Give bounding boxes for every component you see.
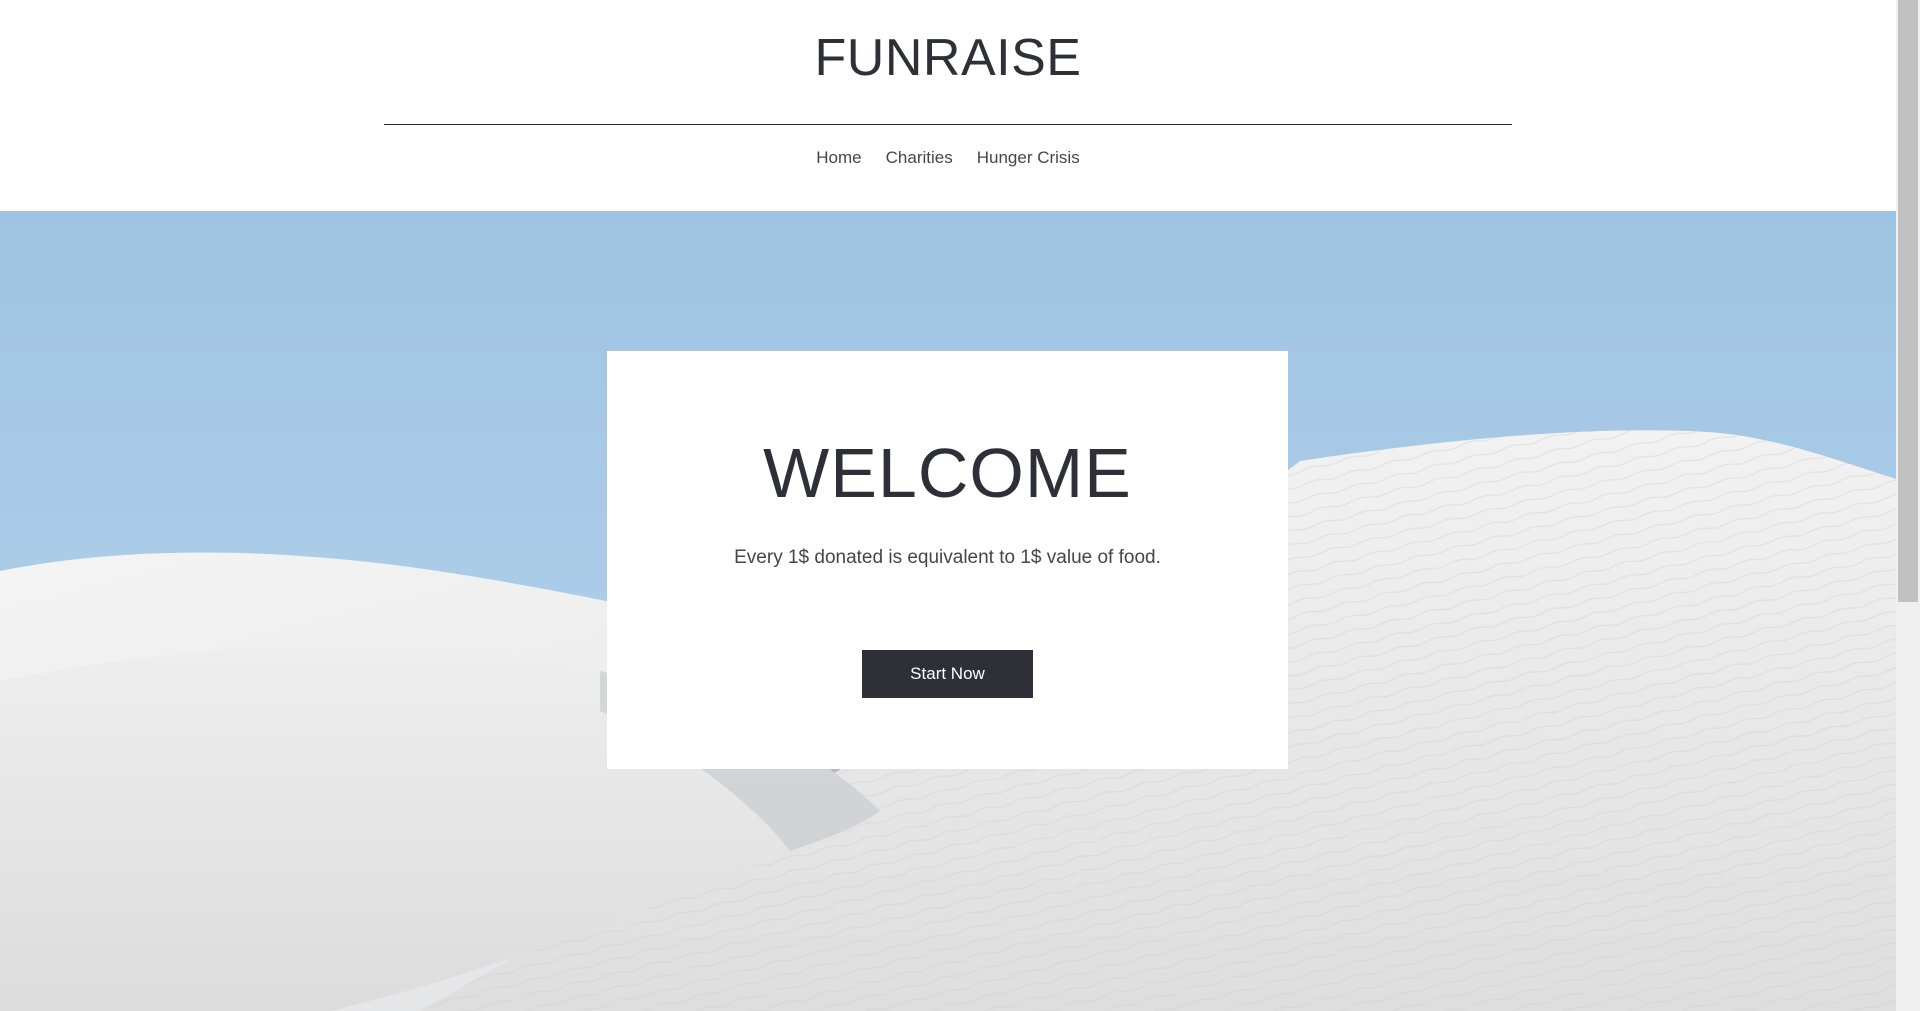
site-header: FUNRAISE Home Charities Hunger Crisis: [0, 0, 1896, 211]
nav-item-charities[interactable]: Charities: [886, 146, 953, 170]
main-nav: Home Charities Hunger Crisis: [0, 146, 1896, 170]
page: FUNRAISE Home Charities Hunger Crisis WE…: [0, 0, 1920, 1011]
vertical-scrollbar[interactable]: [1896, 0, 1920, 1011]
start-now-button[interactable]: Start Now: [862, 650, 1033, 698]
welcome-text: Every 1$ donated is equivalent to 1$ val…: [734, 547, 1161, 568]
welcome-card: WELCOME Every 1$ donated is equivalent t…: [607, 351, 1288, 769]
welcome-title: WELCOME: [763, 434, 1132, 512]
nav-item-home[interactable]: Home: [816, 146, 861, 170]
nav-item-hunger-crisis[interactable]: Hunger Crisis: [977, 146, 1080, 170]
header-divider: [384, 124, 1512, 125]
site-title[interactable]: FUNRAISE: [0, 28, 1896, 88]
hero-section: WELCOME Every 1$ donated is equivalent t…: [0, 211, 1896, 1011]
page-content: FUNRAISE Home Charities Hunger Crisis WE…: [0, 0, 1896, 1011]
scrollbar-thumb[interactable]: [1898, 0, 1918, 602]
